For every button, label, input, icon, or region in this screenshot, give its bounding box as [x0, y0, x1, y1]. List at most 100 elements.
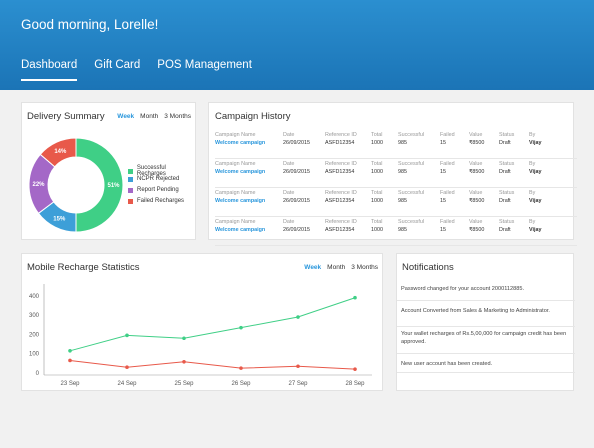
x-tick-label: 24 Sep	[117, 381, 137, 387]
campaign-name-link[interactable]: Welcome campaign	[215, 168, 265, 176]
campaign-value: 15	[440, 140, 446, 146]
range-3-months[interactable]: 3 Months	[351, 264, 378, 271]
recharge-stats-title: Mobile Recharge Statistics	[27, 262, 140, 273]
campaign-cell: Failed 15	[440, 219, 455, 234]
range-3-months[interactable]: 3 Months	[164, 113, 191, 120]
campaign-cell: Status Draft	[499, 219, 514, 234]
campaign-cell: Value ₹8500	[469, 190, 484, 205]
campaign-value: Vijay	[529, 169, 542, 175]
campaign-cell: Reference ID ASFD12354	[325, 190, 357, 205]
campaign-value: ASFD12354	[325, 140, 355, 146]
stats-range-selector: Week Month 3 Months	[298, 264, 378, 271]
nav-tab-pos-management[interactable]: POS Management	[157, 59, 252, 81]
campaign-cell: Total 1000	[371, 219, 383, 234]
campaign-value: ₹8500	[469, 169, 485, 175]
campaign-cell: Date 26/09/2015	[283, 190, 310, 205]
campaign-value: ASFD12354	[325, 198, 355, 204]
campaign-col-label: Campaign Name	[215, 190, 256, 196]
campaign-value: Vijay	[529, 227, 542, 233]
campaign-cell: Campaign Name Welcome campaign	[215, 190, 265, 205]
campaign-col-label: Date	[283, 190, 295, 196]
range-month[interactable]: Month	[140, 113, 158, 120]
campaign-col-label: Value	[469, 219, 483, 225]
campaign-col-label: Failed	[440, 190, 455, 196]
notification-item[interactable]: New user account has been created.	[397, 355, 575, 373]
campaign-cell: Failed 15	[440, 132, 455, 147]
campaign-cell: Reference ID ASFD12354	[325, 132, 357, 147]
campaign-col-label: Total	[371, 132, 383, 138]
y-tick-label: 0	[36, 371, 40, 377]
campaign-value: 1000	[371, 198, 383, 204]
campaign-col-label: Campaign Name	[215, 219, 256, 225]
campaign-value: Vijay	[529, 198, 542, 204]
main-nav: Dashboard Gift Card POS Management	[21, 59, 269, 81]
campaign-value: 26/09/2015	[283, 198, 310, 204]
campaign-cell: Status Draft	[499, 161, 514, 176]
delivery-summary-card: Delivery Summary Week Month 3 Months 51%…	[21, 102, 196, 240]
notification-item[interactable]: Your wallet recharges of Rs.5,00,000 for…	[397, 328, 575, 354]
campaign-value: Draft	[499, 140, 511, 146]
campaign-name-link[interactable]: Welcome campaign	[215, 226, 265, 234]
campaign-col-label: Date	[283, 219, 295, 225]
campaign-cell: Successful 985	[398, 219, 424, 234]
campaign-row[interactable]: Campaign Name Welcome campaign Date 26/09/2…	[215, 159, 577, 188]
campaign-cell: Date 26/09/2015	[283, 161, 310, 176]
campaign-col-label: Total	[371, 190, 383, 196]
campaign-cell: Failed 15	[440, 161, 455, 176]
campaign-row[interactable]: Campaign Name Welcome campaign Date 26/09/2…	[215, 217, 577, 246]
campaign-cell: By Vijay	[529, 161, 542, 176]
x-tick-label: 25 Sep	[174, 381, 194, 387]
nav-tab-gift-card[interactable]: Gift Card	[94, 59, 140, 81]
campaign-col-label: Value	[469, 190, 483, 196]
campaign-col-label: Value	[469, 132, 483, 138]
range-week[interactable]: Week	[117, 113, 134, 120]
greeting-text: Good morning, Lorelle!	[21, 17, 159, 32]
campaign-value: 1000	[371, 227, 383, 233]
donut-slice-label: 15%	[53, 217, 66, 223]
delivery-donut-chart: 51% 15% 22% 14%	[28, 137, 124, 233]
campaign-col-label: Reference ID	[325, 132, 357, 138]
notification-item[interactable]: Password changed for your account 200011…	[397, 284, 575, 301]
campaign-cell: Value ₹8500	[469, 132, 484, 147]
data-point	[182, 360, 186, 364]
recharge-line-chart: 0 100 200 300 400 23 Sep 24 Sep 25 Sep 26 Sep 27 …	[29, 284, 372, 387]
series-line	[69, 359, 356, 370]
campaign-value: ASFD12354	[325, 227, 355, 233]
campaign-name-link[interactable]: Welcome campaign	[215, 139, 265, 147]
legend-swatch	[128, 198, 133, 204]
campaign-row[interactable]: Campaign Name Welcome campaign Date 26/09/2…	[215, 188, 577, 217]
campaign-cell: Value ₹8500	[469, 219, 484, 234]
range-week[interactable]: Week	[304, 264, 321, 271]
delivery-range-selector: Week Month 3 Months	[111, 113, 191, 120]
campaign-col-label: Successful	[398, 190, 425, 196]
y-tick-label: 300	[29, 313, 40, 319]
notification-item[interactable]: Account Converted from Sales & Marketing…	[397, 302, 575, 327]
campaign-name-link[interactable]: Welcome campaign	[215, 197, 265, 205]
campaign-value: 985	[398, 227, 407, 233]
campaign-col-label: By	[529, 161, 536, 167]
notifications-card: Notifications Password changed for your …	[396, 253, 575, 391]
campaign-row[interactable]: Campaign Name Welcome campaign Date 26/09/2…	[215, 130, 577, 159]
campaign-history-title: Campaign History	[215, 111, 291, 122]
campaign-value: Draft	[499, 227, 511, 233]
nav-tab-dashboard[interactable]: Dashboard	[21, 59, 78, 81]
campaign-value: Draft	[499, 169, 511, 175]
campaign-value: 985	[398, 198, 407, 204]
campaign-value: 15	[440, 198, 446, 204]
campaign-cell: Successful 985	[398, 190, 424, 205]
campaign-cell: Value ₹8500	[469, 161, 484, 176]
notifications-title: Notifications	[402, 262, 454, 273]
campaign-col-label: By	[529, 190, 536, 196]
campaign-value: 1000	[371, 140, 383, 146]
donut-slice-label: 22%	[33, 182, 46, 188]
campaign-col-label: Failed	[440, 132, 455, 138]
campaign-cell: Total 1000	[371, 190, 383, 205]
campaign-value: 985	[398, 140, 407, 146]
campaign-cell: Total 1000	[371, 132, 383, 147]
campaign-col-label: Failed	[440, 161, 455, 167]
range-month[interactable]: Month	[327, 264, 345, 271]
campaign-cell: Campaign Name Welcome campaign	[215, 219, 265, 234]
y-tick-label: 400	[29, 294, 40, 300]
campaign-cell: Successful 985	[398, 161, 424, 176]
campaign-col-label: Successful	[398, 219, 425, 225]
